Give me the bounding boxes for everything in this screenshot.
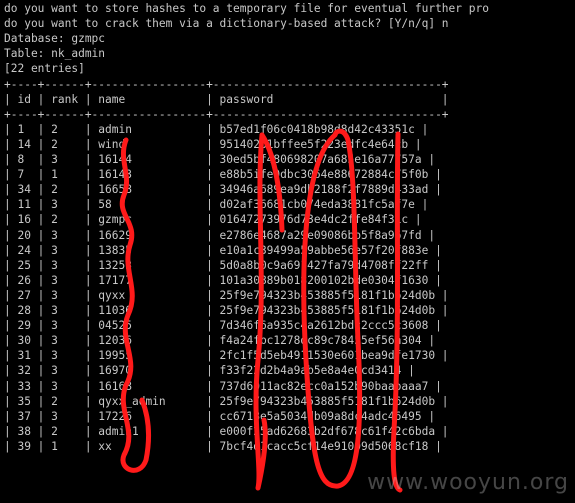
terminal-line: | id | rank | name | password |: [4, 92, 449, 106]
terminal-line: | 26 | 3 | 17177 | 101a30889b018200102bd…: [4, 273, 442, 287]
terminal-line: | 32 | 3 | 16970 | f33f22d2b4a9ab5e8a4e0…: [4, 364, 415, 378]
terminal-line: +----+------+-----------------+---------…: [4, 107, 449, 121]
terminal-line: | 35 | 2 | qyxx_admin | 25f9e794323b4538…: [4, 394, 449, 408]
terminal-line: Table: nk_admin: [4, 47, 106, 61]
terminal-line: | 27 | 3 | qyxx | 25f9e794323b453885f518…: [4, 288, 449, 302]
terminal-line: +----+------+-----------------+---------…: [4, 77, 449, 91]
terminal-line: | 28 | 3 | 11036 | 25f9e794323b453885f51…: [4, 304, 449, 317]
terminal-line: | 30 | 3 | 12036 | f4a24fbc1278dc89c7845…: [4, 334, 436, 348]
terminal-line: | 33 | 3 | 16168 | 737d6011ac82ecc0a152b…: [4, 379, 442, 393]
terminal-window[interactable]: do you want to store hashes to a tempora…: [4, 0, 575, 503]
terminal-line: | 20 | 3 | 16629 | e2786e4687a29e09086bb…: [4, 228, 436, 242]
terminal-line: | 1 | 2 | admin | b57ed1f06c0418b98d8d42…: [4, 122, 429, 136]
terminal-line: Database: gzmpc: [4, 32, 106, 46]
watermark-text: www.wooyun.org: [367, 470, 569, 495]
terminal-line: | 34 | 2 | 16658 | 34946a689ea9db2188f2f…: [4, 183, 442, 197]
terminal-line: | 8 | 3 | 16144 | 30ed5bf480698207a685e1…: [4, 153, 436, 166]
terminal-line: | 24 | 3 | 13835 | e10a1c39499a59abbe56e…: [4, 243, 442, 257]
terminal-line: | 7 | 1 | 16143 | e88b5ife0dbc3064e88672…: [4, 168, 442, 182]
terminal-line: | 31 | 3 | 19955 | 2fc1f5d5eb4911530e601…: [4, 349, 449, 363]
terminal-line: | 37 | 3 | 17226 | cc6718e5a5034db09a8dc…: [4, 409, 436, 423]
terminal-line: | 14 | 2 | wind | 95140261bffee5f223edfc…: [4, 137, 422, 151]
terminal-line: do you want to crack them via a dictiona…: [4, 17, 449, 31]
terminal-line: | 29 | 3 | 04525 | 7d346f6a935c4a2612bdc…: [4, 319, 442, 333]
terminal-line: | 16 | 2 | gzmpc | 01647273976d73e4dc2ff…: [4, 213, 422, 227]
terminal-line: | 38 | 2 | admin1 | e000f25ad62683b2df67…: [4, 424, 449, 438]
terminal-line: | 39 | 1 | xx | 7bcf4d1cacc5cf14e91009d5…: [4, 439, 442, 453]
terminal-line: | 25 | 3 | 13253 | 5d0a8b0c9a691427fa79d…: [4, 258, 442, 272]
terminal-line: [22 entries]: [4, 62, 85, 76]
terminal-line: | 11 | 3 | 58 | d02af36681cb074eda3881fc…: [4, 198, 429, 212]
terminal-line: do you want to store hashes to a tempora…: [4, 2, 489, 15]
